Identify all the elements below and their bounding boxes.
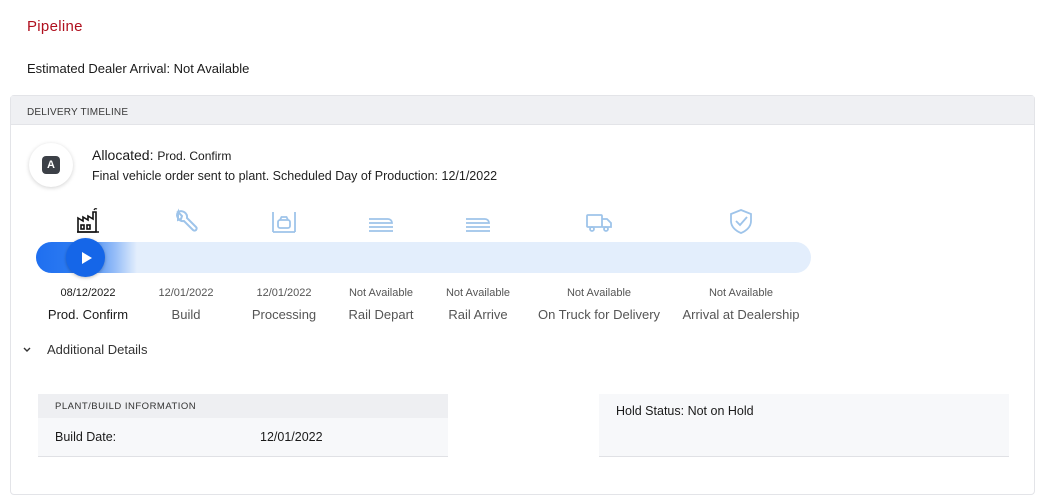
- rail-icon: [366, 206, 396, 236]
- avatar: A: [29, 143, 73, 187]
- build-date-value: 12/01/2022: [260, 430, 323, 444]
- step-label-on-truck: On Truck for Delivery: [537, 307, 661, 322]
- step-date-rail-depart: Not Available: [348, 287, 414, 299]
- step-date-rail-arrive: Not Available: [445, 287, 511, 299]
- step-date-arrival: Not Available: [708, 287, 774, 299]
- avatar-letter: A: [42, 156, 60, 174]
- step-label-processing: Processing: [251, 307, 317, 322]
- rail-icon: [463, 206, 493, 236]
- plant-build-info: PLANT/BUILD INFORMATION Build Date: 12/0…: [38, 394, 448, 457]
- status-line: Allocated: Prod. Confirm: [92, 147, 231, 163]
- factory-icon: [73, 206, 103, 236]
- status-value: Prod. Confirm: [157, 149, 232, 163]
- additional-details-toggle[interactable]: Additional Details: [23, 342, 147, 357]
- status-label: Allocated:: [92, 147, 154, 163]
- step-label-build: Build: [171, 307, 201, 322]
- step-date-on-truck: Not Available: [566, 287, 632, 299]
- additional-details-label: Additional Details: [47, 342, 148, 357]
- step-date-prod-confirm: 08/12/2022: [60, 287, 116, 299]
- card-header: DELIVERY TIMELINE: [11, 96, 1034, 125]
- delivery-timeline-card: DELIVERY TIMELINE A Allocated: Prod. Con…: [10, 95, 1035, 495]
- play-icon: [81, 251, 92, 264]
- shield-check-icon: [726, 206, 756, 236]
- car-garage-icon: [269, 206, 299, 236]
- wrench-icon: [171, 206, 201, 236]
- build-date-row: Build Date: 12/01/2022: [38, 418, 448, 456]
- build-date-label: Build Date:: [55, 430, 117, 444]
- estimated-arrival: Estimated Dealer Arrival: Not Available: [27, 61, 250, 76]
- step-date-processing: 12/01/2022: [256, 287, 312, 299]
- progress-track: [36, 242, 811, 273]
- status-description: Final vehicle order sent to plant. Sched…: [92, 169, 498, 183]
- step-label-arrival: Arrival at Dealership: [682, 307, 800, 322]
- plant-build-header: PLANT/BUILD INFORMATION: [38, 394, 448, 418]
- step-label-rail-arrive: Rail Arrive: [448, 307, 508, 322]
- step-label-rail-depart: Rail Depart: [348, 307, 414, 322]
- chevron-down-icon: [23, 345, 33, 355]
- step-label-prod-confirm: Prod. Confirm: [47, 307, 129, 322]
- hold-status-box: Hold Status: Not on Hold: [599, 394, 1009, 457]
- truck-icon: [584, 206, 614, 236]
- progress-knob[interactable]: [66, 238, 105, 277]
- step-date-build: 12/01/2022: [158, 287, 214, 299]
- page-title: Pipeline: [27, 18, 83, 35]
- hold-status: Hold Status: Not on Hold: [616, 404, 754, 418]
